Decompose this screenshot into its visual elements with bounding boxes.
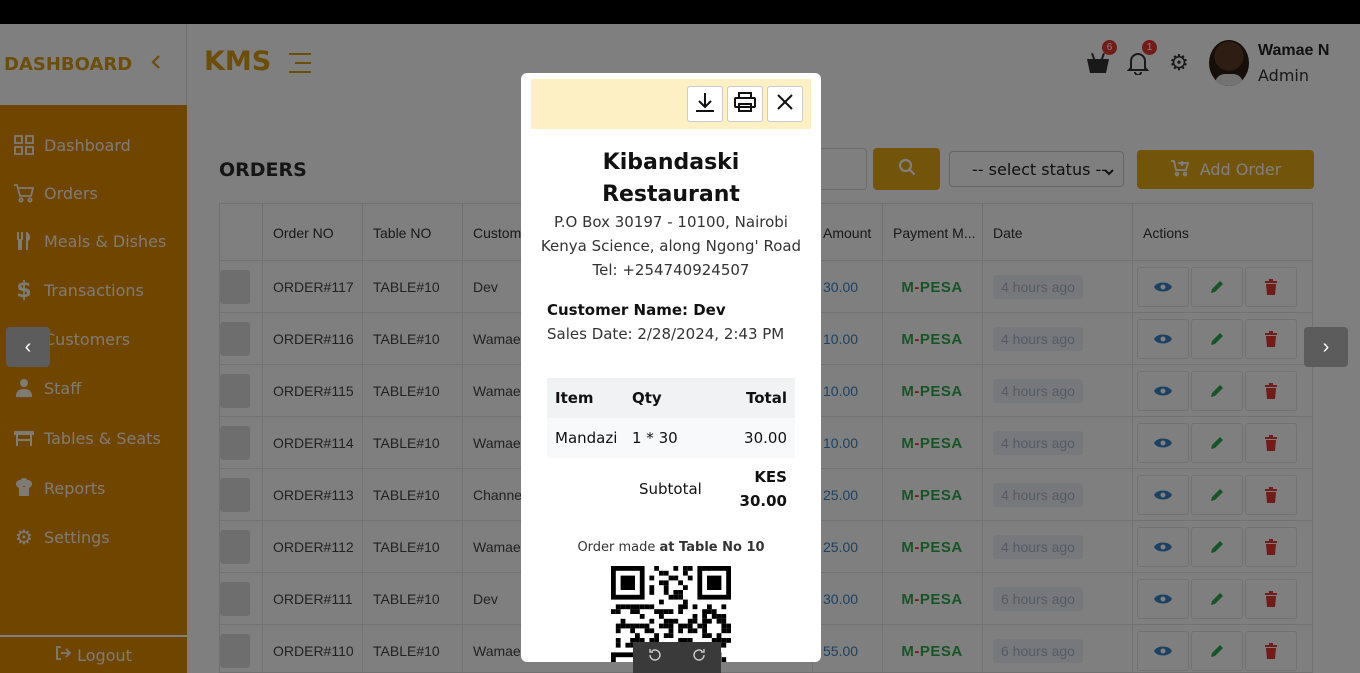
restaurant-name-line: Restaurant bbox=[602, 182, 740, 207]
restaurant-location: Kenya Science, along Ngong' Road bbox=[540, 237, 802, 255]
subtotal-label: Subtotal bbox=[639, 480, 702, 498]
receipt-item-total: 30.00 bbox=[744, 429, 787, 447]
restaurant-name: Kibandaski Restaurant bbox=[521, 147, 821, 211]
subtotal-value: 30.00 bbox=[739, 492, 787, 510]
print-button[interactable] bbox=[727, 86, 763, 122]
previous-arrow-button[interactable]: ‹ bbox=[6, 327, 50, 367]
app-window: DASHBOARD Dashboard Orders Meals & Dishe… bbox=[0, 24, 1360, 673]
restaurant-address: P.O Box 30197 - 10100, Nairobi bbox=[554, 213, 788, 231]
receipt-col-total: Total bbox=[746, 389, 787, 407]
rotate-right-icon[interactable] bbox=[691, 647, 707, 668]
next-arrow-button[interactable]: › bbox=[1304, 327, 1348, 367]
receipt-col-qty: Qty bbox=[632, 389, 662, 407]
order-note: Order made at Table No 10 bbox=[521, 540, 821, 555]
close-icon bbox=[775, 92, 795, 117]
receipt-item-qty: 1 * 30 bbox=[632, 429, 678, 447]
close-button[interactable] bbox=[767, 86, 803, 122]
receipt-items-table: Item Qty Total Mandazi 1 * 30 30.00 Subt… bbox=[547, 378, 795, 522]
rotate-left-icon[interactable] bbox=[647, 647, 663, 668]
sales-date: Sales Date: 2/28/2024, 2:43 PM bbox=[547, 325, 785, 343]
restaurant-tel: Tel: +254740924507 bbox=[592, 261, 750, 279]
receipt-table-header: Item Qty Total bbox=[547, 378, 795, 418]
order-note-table: at Table No 10 bbox=[659, 540, 765, 555]
receipt-item-name: Mandazi bbox=[555, 429, 618, 447]
download-button[interactable] bbox=[687, 86, 723, 122]
restaurant-name-line: Kibandaski bbox=[602, 150, 740, 175]
modal-toolbar bbox=[531, 79, 811, 129]
subtotal-currency: KES bbox=[754, 468, 787, 486]
customer-name: Customer Name: Dev bbox=[547, 301, 726, 319]
printer-icon bbox=[733, 91, 757, 118]
zoom-controls bbox=[633, 642, 721, 673]
receipt-modal: Kibandaski Restaurant P.O Box 30197 - 10… bbox=[521, 73, 821, 662]
download-icon bbox=[694, 91, 716, 118]
receipt-item-row: Mandazi 1 * 30 30.00 bbox=[547, 418, 795, 458]
receipt-col-item: Item bbox=[555, 389, 594, 407]
receipt-subtotal-row: Subtotal KES 30.00 bbox=[547, 458, 795, 522]
order-note-prefix: Order made bbox=[577, 540, 660, 555]
